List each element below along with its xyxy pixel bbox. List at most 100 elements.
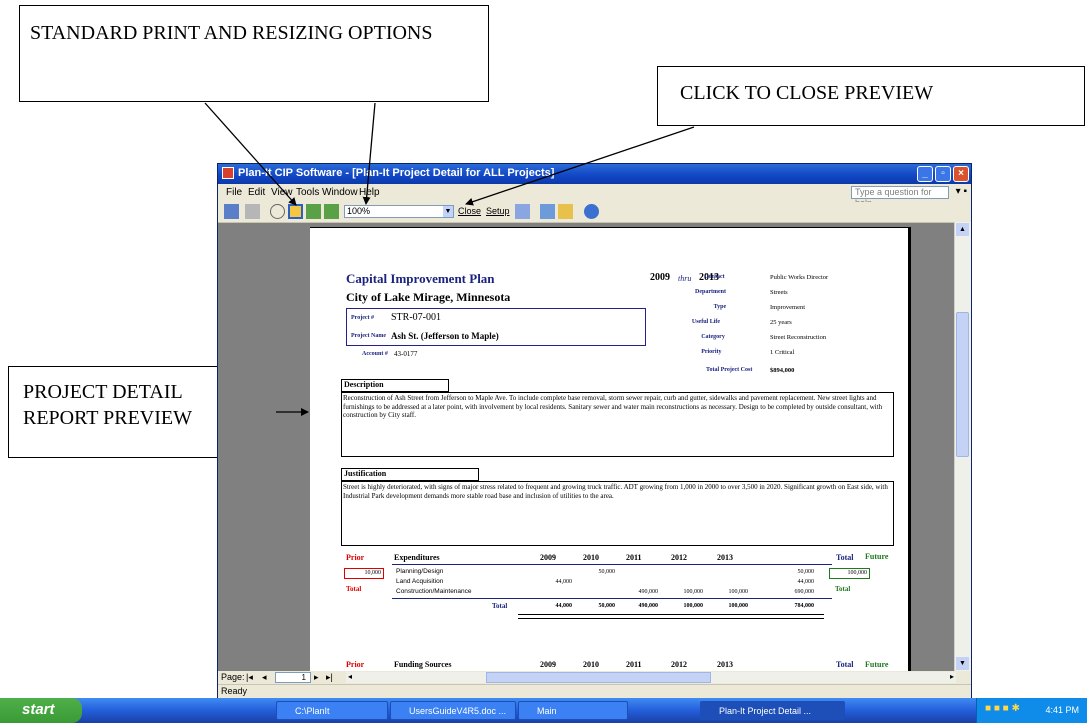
field-value: Streets bbox=[770, 289, 788, 296]
print-icon[interactable] bbox=[245, 204, 260, 219]
scroll-right-icon[interactable]: ▸ bbox=[950, 672, 954, 681]
field-label: Priority bbox=[701, 349, 722, 355]
menu-help[interactable]: Help bbox=[359, 187, 380, 198]
expense-cell: 44,000 bbox=[555, 579, 573, 585]
zoom-icon[interactable] bbox=[270, 204, 285, 219]
year-header: 2011 bbox=[626, 553, 642, 562]
expenditures-prior-label: Prior bbox=[346, 553, 365, 562]
maximize-button[interactable]: ▫ bbox=[935, 166, 951, 182]
close-window-button[interactable]: × bbox=[953, 166, 969, 182]
taskbar-item-users-guide[interactable]: UsersGuideV4R5.doc ... bbox=[390, 701, 516, 720]
database-window-icon[interactable] bbox=[540, 204, 555, 219]
menu-window[interactable]: Window bbox=[322, 187, 358, 198]
help-dropdown-icon[interactable]: ▾ ▪ bbox=[956, 186, 967, 197]
expense-total-cell: 100,000 bbox=[683, 603, 704, 609]
two-pages-icon[interactable] bbox=[306, 204, 321, 219]
total-cost-label: Total Project Cost bbox=[706, 367, 753, 373]
help-icon[interactable] bbox=[584, 204, 599, 219]
status-bar: Ready bbox=[218, 684, 971, 699]
multiple-pages-icon[interactable] bbox=[324, 204, 339, 219]
year-header: 2009 bbox=[540, 553, 556, 562]
minimize-button[interactable]: _ bbox=[917, 166, 933, 182]
future-value-box: 100,000 bbox=[829, 568, 870, 579]
taskbar-item-main[interactable]: Main bbox=[518, 701, 628, 720]
report-city: City of Lake Mirage, Minnesota bbox=[346, 290, 511, 304]
expense-row-name: Land Acquisition bbox=[396, 578, 444, 585]
year-header: 2011 bbox=[626, 660, 642, 669]
first-page-icon[interactable]: |◂ bbox=[246, 672, 253, 683]
edit-design-icon[interactable] bbox=[224, 204, 239, 219]
menu-file[interactable]: File bbox=[226, 187, 242, 198]
setup-button[interactable]: Setup bbox=[486, 206, 510, 216]
scroll-down-icon[interactable]: ▼ bbox=[956, 657, 969, 670]
expense-total-cell: 490,000 bbox=[638, 603, 659, 609]
expense-row-total: 44,000 bbox=[797, 579, 815, 585]
total-cost: $894,000 bbox=[770, 367, 795, 374]
window-title: Plan-It CIP Software - [Plan-It Project … bbox=[238, 167, 555, 179]
expenditures-total-label: Total bbox=[836, 553, 854, 562]
project-name-label: Project Name bbox=[351, 333, 387, 339]
field-value: 1 Critical bbox=[770, 349, 795, 356]
menu-edit[interactable]: Edit bbox=[248, 187, 265, 198]
year-header: 2010 bbox=[583, 660, 599, 669]
future-total-label: Total bbox=[835, 585, 851, 593]
close-preview-button[interactable]: Close bbox=[458, 206, 481, 216]
tray-icons[interactable]: ■ ■ ■ ✱ bbox=[985, 703, 1020, 714]
office-links-icon[interactable] bbox=[515, 204, 530, 219]
year-header: 2012 bbox=[671, 553, 687, 562]
next-page-icon[interactable]: ▸ bbox=[314, 672, 319, 683]
taskbar-item-planit-folder[interactable]: C:\PlanIt bbox=[276, 701, 388, 720]
chevron-down-icon: ▼ bbox=[443, 206, 453, 217]
menu-tools[interactable]: Tools bbox=[296, 187, 319, 198]
horizontal-scrollbar[interactable]: ◂ ▸ bbox=[346, 672, 956, 683]
scroll-left-icon[interactable]: ◂ bbox=[348, 672, 352, 681]
callout-print-options-text: STANDARD PRINT AND RESIZING OPTIONS bbox=[30, 22, 433, 44]
scroll-up-icon[interactable]: ▲ bbox=[956, 223, 969, 236]
taskbar-item-label: Plan-It Project Detail ... bbox=[719, 706, 812, 716]
field-label: Type bbox=[713, 304, 727, 310]
page-number-input[interactable]: 1 bbox=[275, 672, 311, 683]
description-text: Reconstruction of Ash Street from Jeffer… bbox=[343, 394, 883, 419]
year-header: 2012 bbox=[671, 660, 687, 669]
callout-close-preview: CLICK TO CLOSE PREVIEW bbox=[657, 66, 1085, 126]
vertical-scrollbar[interactable]: ▲ ▼ bbox=[954, 222, 971, 671]
funding-total-label: Total bbox=[836, 660, 854, 669]
report-page: Capital Improvement Plan City of Lake Mi… bbox=[310, 227, 911, 671]
expense-cell: 100,000 bbox=[683, 589, 704, 595]
field-value: Street Reconstruction bbox=[770, 334, 827, 341]
scrollbar-thumb[interactable] bbox=[956, 312, 969, 457]
year-header: 2013 bbox=[717, 553, 733, 562]
new-object-icon[interactable] bbox=[558, 204, 573, 219]
page-label: Page: bbox=[221, 672, 245, 682]
status-text: Ready bbox=[221, 686, 248, 696]
zoom-select[interactable]: 100% ▼ bbox=[344, 205, 454, 218]
last-page-icon[interactable]: ▸| bbox=[326, 672, 333, 683]
year-start: 2009 bbox=[650, 272, 670, 283]
funding-future-label: Future bbox=[865, 660, 889, 669]
zoom-value: 100% bbox=[347, 206, 371, 216]
title-bar[interactable]: Plan-It CIP Software - [Plan-It Project … bbox=[218, 164, 971, 184]
expense-total-cell: 100,000 bbox=[728, 603, 749, 609]
start-button[interactable]: start bbox=[0, 698, 82, 723]
taskbar-item-project-detail[interactable]: Plan-It Project Detail ... bbox=[700, 701, 845, 720]
previous-page-icon[interactable]: ◂ bbox=[262, 672, 267, 683]
print-preview-toolbar: 100% ▼ Close Setup bbox=[218, 202, 971, 223]
project-info-box: Project # STR-07-001 Project Name Ash St… bbox=[346, 308, 646, 346]
system-tray: ■ ■ ■ ✱ 4:41 PM bbox=[976, 698, 1087, 723]
expense-row-total: 690,000 bbox=[794, 589, 815, 595]
horizontal-scrollbar-thumb[interactable] bbox=[486, 672, 711, 683]
expense-row-total: 50,000 bbox=[797, 569, 815, 575]
start-label: start bbox=[22, 701, 55, 718]
project-number-label: Project # bbox=[351, 315, 375, 321]
page-number: 1 bbox=[301, 673, 306, 682]
expense-grand-total: 784,000 bbox=[794, 603, 815, 609]
expenditures-future-label: Future bbox=[865, 552, 889, 561]
one-page-icon[interactable] bbox=[288, 204, 303, 219]
menu-view[interactable]: View bbox=[271, 187, 293, 198]
help-search-input[interactable]: Type a question for help bbox=[851, 186, 949, 208]
description-header: Description bbox=[341, 379, 449, 392]
expense-total-cell: 44,000 bbox=[555, 603, 573, 609]
prior-total-label: Total bbox=[346, 585, 362, 593]
page-navigation-bar: Page: |◂ ◂ 1 ▸ ▸| ◂ ▸ bbox=[218, 671, 971, 684]
justification-header: Justification bbox=[341, 468, 479, 481]
